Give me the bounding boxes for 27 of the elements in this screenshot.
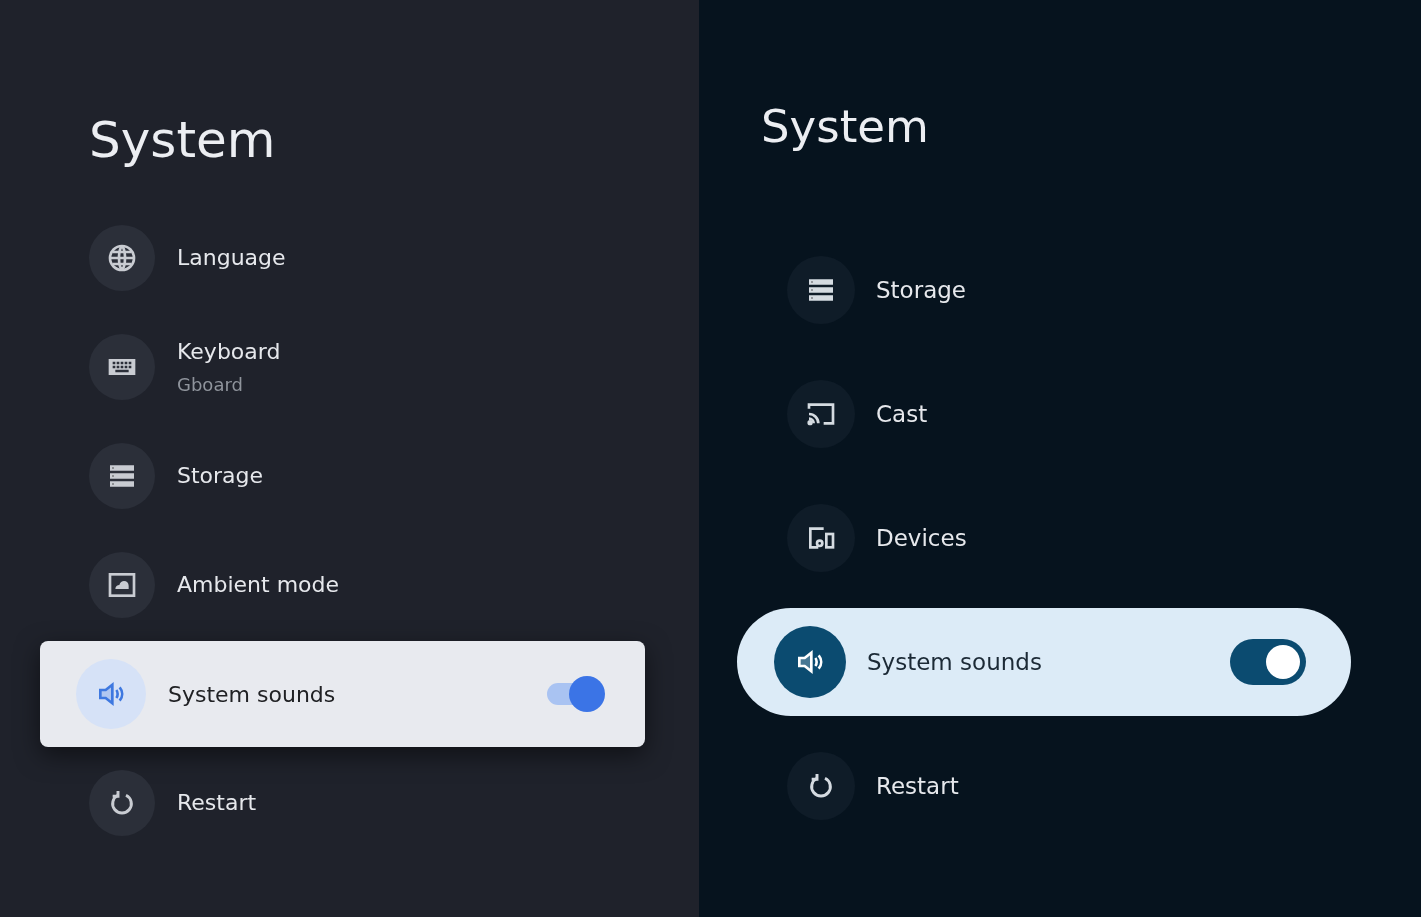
- item-label: Language: [177, 245, 287, 270]
- item-subtitle: Gboard: [177, 373, 244, 395]
- page-title: System: [89, 110, 277, 171]
- item-label: System sounds: [867, 649, 1043, 675]
- settings-item[interactable]: Storage: [787, 228, 1351, 352]
- item-label: Cast: [876, 401, 929, 427]
- item-label: System sounds: [168, 681, 337, 707]
- item-label: Ambient mode: [177, 572, 341, 597]
- settings-item[interactable]: System sounds: [40, 641, 645, 747]
- settings-item[interactable]: Language: [89, 203, 645, 312]
- settings-item[interactable]: Cast: [787, 352, 1351, 476]
- toggle-switch[interactable]: [547, 676, 605, 712]
- settings-item[interactable]: System sounds: [737, 608, 1351, 716]
- settings-item[interactable]: Restart: [89, 748, 645, 857]
- item-label: Devices: [876, 525, 968, 551]
- item-label: Storage: [876, 277, 967, 303]
- settings-item[interactable]: Keyboard Gboard: [89, 312, 645, 421]
- page-title: System: [761, 99, 930, 155]
- settings-item[interactable]: Storage: [89, 421, 645, 530]
- settings-item[interactable]: Ambient mode: [89, 530, 645, 639]
- item-label: Restart: [876, 773, 960, 799]
- item-label: Storage: [177, 463, 265, 488]
- settings-item[interactable]: Devices: [787, 476, 1351, 600]
- settings-item[interactable]: Restart: [787, 724, 1351, 848]
- toggle-switch[interactable]: [1230, 639, 1306, 685]
- item-label: Restart: [177, 790, 258, 815]
- item-label: Keyboard: [177, 338, 282, 364]
